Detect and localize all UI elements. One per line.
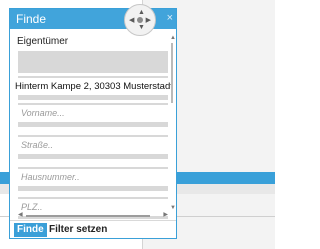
- vertical-scrollbar[interactable]: ▲ ▼: [170, 35, 176, 211]
- chevron-down-icon[interactable]: ▼: [170, 205, 176, 211]
- firstname-field[interactable]: Vorname...: [18, 103, 168, 127]
- find-button[interactable]: Finde: [14, 223, 47, 237]
- horizontal-scrollbar[interactable]: ◀ ▶: [18, 211, 168, 219]
- housenumber-input[interactable]: Hausnummer..: [18, 169, 168, 186]
- search-form: Eigentümer Hinterm Kampe 2, 30303 Muster…: [11, 31, 175, 219]
- housenumber-placeholder: Hausnummer..: [21, 172, 80, 182]
- pan-right-icon[interactable]: ▶: [146, 17, 151, 24]
- chevron-up-icon[interactable]: ▲: [170, 35, 176, 41]
- street-placeholder: Straße..: [21, 140, 54, 150]
- street-input[interactable]: Straße..: [18, 137, 168, 154]
- panel-title: Finde: [16, 12, 47, 26]
- owner-label: Eigentümer: [17, 36, 69, 47]
- chevron-left-icon[interactable]: ◀: [18, 211, 23, 218]
- address-value: Hinterm Kampe 2, 30303 Musterstadt: [15, 81, 173, 92]
- firstname-placeholder: Vorname...: [21, 108, 65, 118]
- zip-placeholder: PLZ..: [21, 202, 43, 212]
- chevron-right-icon[interactable]: ▶: [163, 211, 168, 218]
- pan-left-icon[interactable]: ◀: [129, 17, 134, 24]
- close-icon[interactable]: ×: [167, 12, 173, 24]
- owner-field-bg: [18, 51, 168, 73]
- search-panel: Finde × Eigentümer Hinterm Kampe 2, 3030…: [9, 8, 177, 239]
- street-field[interactable]: Straße..: [18, 135, 168, 159]
- address-field[interactable]: Hinterm Kampe 2, 30303 Musterstadt: [15, 76, 173, 100]
- pan-center-icon[interactable]: [137, 17, 143, 23]
- pan-down-icon[interactable]: ▼: [138, 24, 145, 31]
- vertical-scroll-thumb[interactable]: [171, 43, 173, 103]
- housenumber-field[interactable]: Hausnummer..: [18, 167, 168, 191]
- panel-footer: Finde Filter setzen: [10, 220, 176, 238]
- address-input[interactable]: Hinterm Kampe 2, 30303 Musterstadt: [15, 78, 173, 95]
- firstname-input[interactable]: Vorname...: [18, 105, 168, 122]
- set-filter-button[interactable]: Filter setzen: [49, 223, 107, 237]
- horizontal-scroll-thumb[interactable]: [26, 215, 150, 217]
- move-pan-icon[interactable]: ▲ ▼ ◀ ▶: [124, 4, 156, 36]
- pan-up-icon[interactable]: ▲: [138, 9, 145, 16]
